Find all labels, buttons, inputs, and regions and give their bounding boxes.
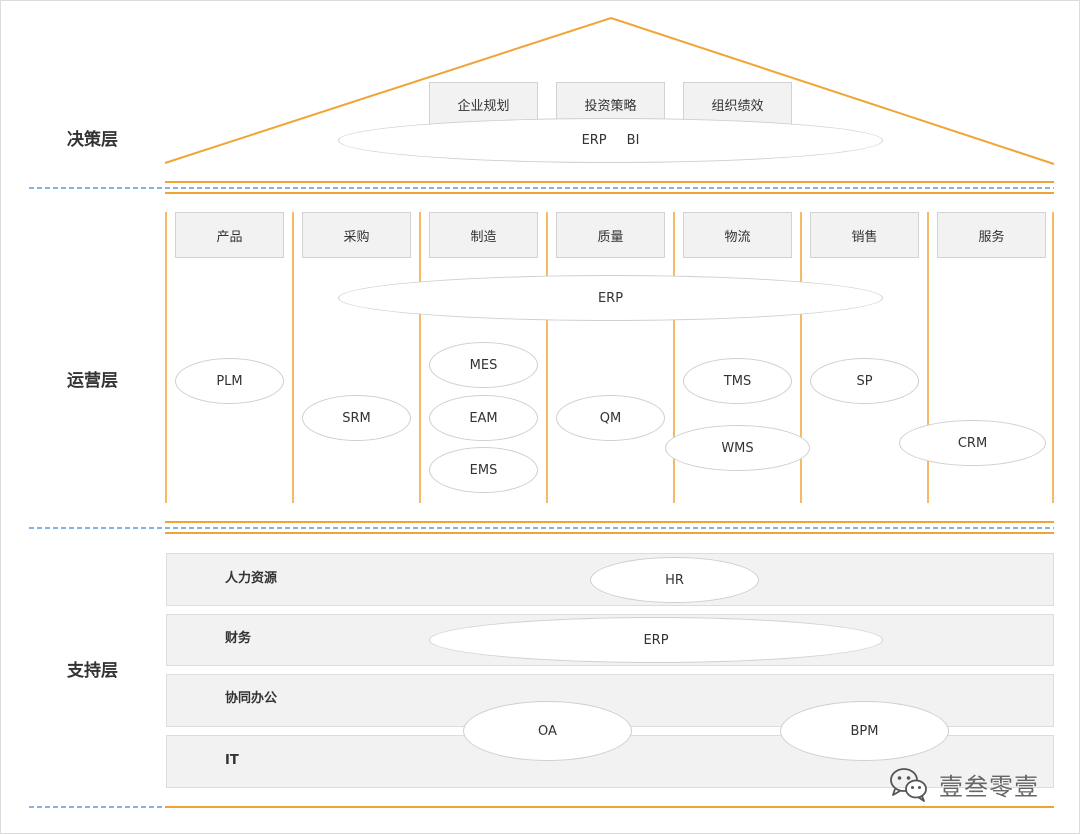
- support-row-label-it: IT: [225, 753, 239, 768]
- architecture-diagram: 决策层 运营层 支持层 企业规划 投资策略 组织绩效 ERP BI 产品 采购 …: [0, 0, 1080, 834]
- system-srm: SRM: [302, 395, 411, 441]
- support-row-label-collaboration: 协同办公: [225, 691, 278, 706]
- support-row-label-finance: 财务: [225, 631, 252, 646]
- system-plm: PLM: [175, 358, 284, 404]
- operations-erp-ellipse: ERP: [338, 275, 883, 321]
- system-tms: TMS: [683, 358, 792, 404]
- system-finance-erp: ERP: [429, 617, 883, 663]
- system-wms: WMS: [665, 425, 810, 471]
- layer-label-decision: 决策层: [67, 130, 118, 150]
- column-header-product: 产品: [175, 212, 284, 258]
- column-header-procurement: 采购: [302, 212, 411, 258]
- layer-label-operations: 运营层: [67, 371, 118, 391]
- system-bpm: BPM: [780, 701, 949, 761]
- system-sp: SP: [810, 358, 919, 404]
- column-header-quality: 质量: [556, 212, 665, 258]
- support-row-label-hr: 人力资源: [225, 571, 278, 586]
- system-mes: MES: [429, 342, 538, 388]
- system-crm: CRM: [899, 420, 1046, 466]
- system-eam: EAM: [429, 395, 538, 441]
- decision-systems-ellipse: ERP BI: [338, 118, 883, 163]
- system-hr: HR: [590, 557, 759, 603]
- column-header-manufacturing: 制造: [429, 212, 538, 258]
- column-header-logistics: 物流: [683, 212, 792, 258]
- watermark-text: 壹叁零壹: [939, 773, 1039, 801]
- system-ems: EMS: [429, 447, 538, 493]
- system-qm: QM: [556, 395, 665, 441]
- system-erp-label: ERP: [581, 133, 607, 148]
- system-bi-label: BI: [626, 133, 640, 148]
- column-header-service: 服务: [937, 212, 1046, 258]
- column-header-sales: 销售: [810, 212, 919, 258]
- layer-label-support: 支持层: [67, 661, 118, 681]
- wechat-icon: [889, 765, 929, 803]
- system-oa: OA: [463, 701, 632, 761]
